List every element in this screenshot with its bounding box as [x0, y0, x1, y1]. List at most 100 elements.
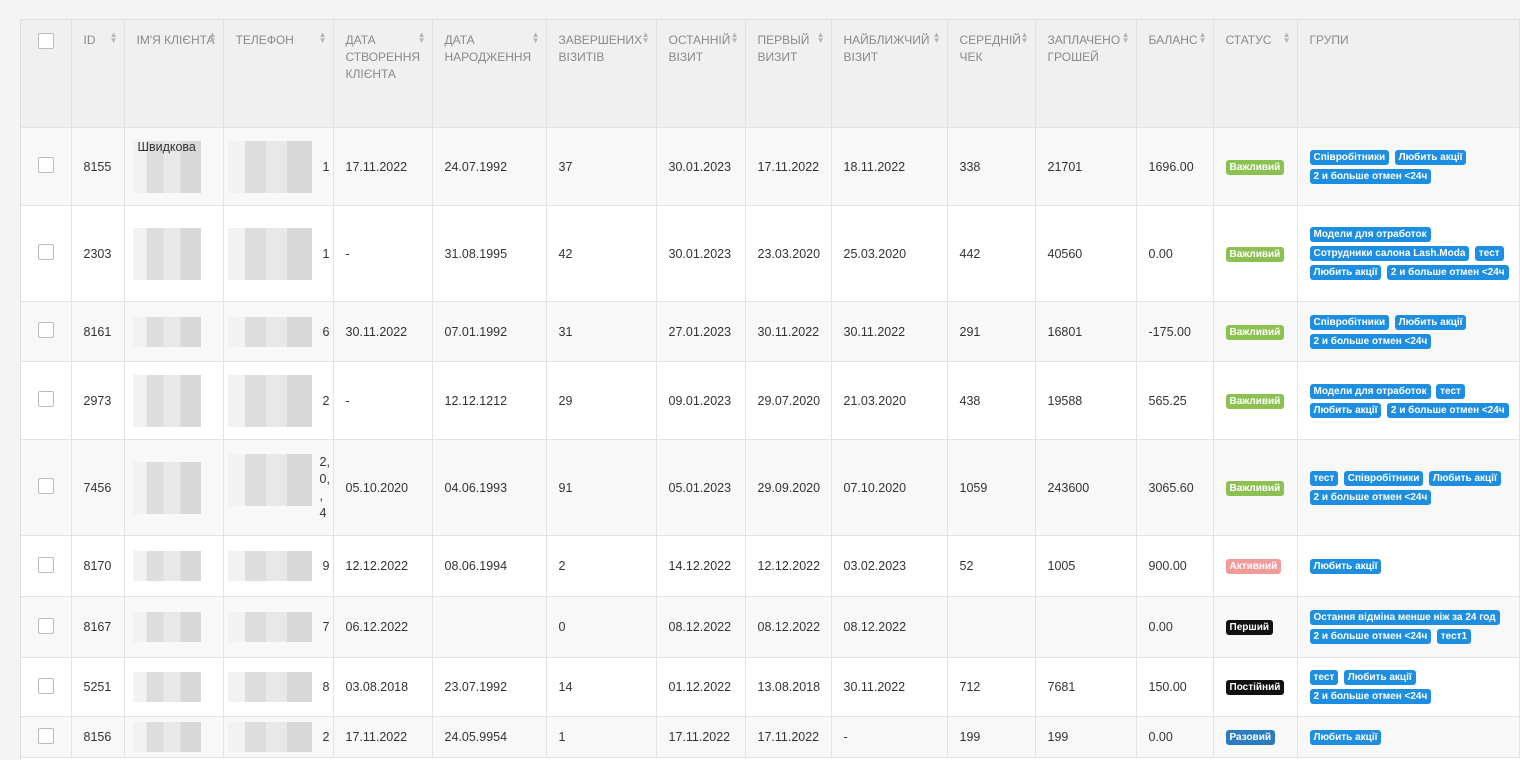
cell-name[interactable] — [124, 439, 224, 536]
cell-phone[interactable]: 9 — [223, 535, 334, 597]
group-badge[interactable]: Модели для отработок — [1309, 227, 1431, 242]
row-checkbox[interactable] — [37, 727, 54, 744]
cell-phone[interactable]: 1 — [223, 127, 334, 206]
sort-icon[interactable]: ▲ ▼ — [1283, 31, 1291, 45]
row-checkbox[interactable] — [37, 244, 54, 260]
select-all-checkbox[interactable] — [37, 33, 54, 49]
cell-balance: 0.00 — [1136, 205, 1214, 302]
cell-name[interactable] — [124, 301, 224, 362]
column-header-birthday[interactable]: ДАТА НАРОДЖЕННЯ ▲ ▼ — [432, 20, 547, 128]
group-badge[interactable]: Любить акції — [1309, 729, 1382, 745]
column-header-first_visit[interactable]: ПЕРВЫЙ ВИЗИТ ▲ ▼ — [745, 20, 832, 128]
group-badge[interactable]: 2 и больше отмен <24ч — [1309, 629, 1432, 644]
group-badge[interactable]: тест1 — [1436, 629, 1472, 644]
group-badge[interactable]: 2 и больше отмен <24ч — [1309, 333, 1432, 349]
avg-check: 199 — [959, 730, 981, 744]
column-header-status[interactable]: СТАТУС ▲ ▼ — [1213, 20, 1298, 128]
table-row[interactable]: 7456 2, 0, , 4 05.10.2020 04.06.1993 91 05.01… — [21, 439, 1520, 536]
column-header-avg_check[interactable]: СЕРЕДНІЙ ЧЕК ▲ ▼ — [947, 20, 1036, 128]
group-badge[interactable]: Любить акції — [1394, 149, 1467, 165]
row-checkbox[interactable] — [37, 391, 54, 407]
cell-name[interactable] — [124, 535, 224, 597]
column-header-balance[interactable]: БАЛАНС ▲ ▼ — [1136, 20, 1214, 128]
cell-first_visit: 29.09.2020 — [745, 439, 832, 536]
table-row[interactable]: 8156 2 17.11.2022 24.05.9954 1 17.11.2022 17.1… — [21, 716, 1520, 758]
group-badge[interactable]: Любить акції — [1428, 470, 1501, 486]
row-checkbox[interactable] — [37, 478, 54, 494]
sort-icon[interactable]: ▲ ▼ — [532, 31, 540, 45]
sort-icon[interactable]: ▲ ▼ — [209, 31, 217, 45]
cell-name[interactable] — [124, 657, 224, 717]
group-badge[interactable]: тест — [1474, 246, 1504, 261]
cell-name[interactable] — [124, 205, 224, 302]
sort-icon[interactable]: ▲ ▼ — [1199, 31, 1207, 45]
group-badge[interactable]: 2 и больше отмен <24ч — [1309, 489, 1432, 505]
table-row[interactable]: 8155 Швидкова 1 17.11.2022 24.07.1992 37 30.01… — [21, 127, 1520, 206]
cell-phone[interactable]: 2 — [223, 361, 334, 440]
table-row[interactable]: 8170 9 12.12.2022 08.06.1994 2 14.12.2022 12.1… — [21, 535, 1520, 597]
column-header-created[interactable]: ДАТА СТВОРЕННЯ КЛІЄНТА ▲ ▼ — [333, 20, 433, 128]
group-badge[interactable]: 2 и больше отмен <24ч — [1309, 168, 1432, 184]
cell-phone[interactable]: 2 — [223, 716, 334, 758]
table-row[interactable]: 5251 8 03.08.2018 23.07.1992 14 01.12.2022 13.… — [21, 657, 1520, 717]
row-checkbox[interactable] — [37, 322, 54, 338]
cell-name[interactable]: Швидкова — [124, 127, 224, 206]
cell-name[interactable] — [124, 361, 224, 440]
column-header-phone[interactable]: ТЕЛЕФОН ▲ ▼ — [223, 20, 334, 128]
table-row[interactable]: 8161 6 30.11.2022 07.01.1992 31 27.01.2023 30.… — [21, 301, 1520, 362]
group-badge[interactable]: Остання відміна менше ніж за 24 год — [1309, 610, 1500, 625]
sort-icon[interactable]: ▲ ▼ — [642, 31, 650, 45]
cell-phone[interactable]: 6 — [223, 301, 334, 362]
completed: 1 — [558, 730, 566, 744]
group-badge[interactable]: Любить акції — [1309, 402, 1382, 418]
table-row[interactable]: 2973 2- 12.12.1212 29 09.01.2023 29.07.2020 21… — [21, 361, 1520, 440]
cell-created: - — [333, 205, 433, 302]
group-badge[interactable]: тест — [1436, 383, 1465, 399]
column-header-last_visit[interactable]: ОСТАННІЙ ВІЗИТ ▲ ▼ — [656, 20, 746, 128]
group-badge[interactable]: 2 и больше отмен <24ч — [1386, 402, 1509, 418]
last-visit: 01.12.2022 — [668, 680, 732, 694]
group-badge[interactable]: Любить акції — [1309, 558, 1382, 574]
group-badge[interactable]: Любить акції — [1309, 265, 1382, 280]
group-badge[interactable]: Співробітники — [1343, 470, 1424, 486]
sort-icon[interactable]: ▲ ▼ — [933, 31, 941, 45]
row-checkbox[interactable] — [37, 556, 54, 573]
column-header-paid[interactable]: ЗАПЛАЧЕНО ГРОШЕЙ ▲ ▼ — [1035, 20, 1137, 128]
group-badge[interactable]: Любить акції — [1343, 670, 1416, 685]
column-header-id[interactable]: ID ▲ ▼ — [71, 20, 125, 128]
cell-name[interactable] — [124, 716, 224, 758]
row-checkbox[interactable] — [37, 617, 54, 634]
row-checkbox[interactable] — [37, 677, 54, 694]
status-badge: Разовий — [1225, 730, 1275, 745]
table-row[interactable]: 8167 7 06.12.2022 0 08.12.2022 08.12.2022 08.1… — [21, 596, 1520, 658]
sort-icon[interactable]: ▲ ▼ — [1122, 31, 1130, 45]
group-badge[interactable]: Любить акції — [1394, 314, 1467, 330]
group-badge[interactable]: Співробітники — [1309, 314, 1390, 330]
balance: 0.00 — [1148, 620, 1173, 634]
group-badge[interactable]: Сотрудники салона Lash.Moda — [1309, 246, 1470, 261]
group-badge[interactable]: Модели для отработок — [1309, 383, 1431, 399]
sort-icon[interactable]: ▲ ▼ — [1021, 31, 1029, 45]
group-badge[interactable]: тест — [1309, 470, 1339, 486]
table-row[interactable]: 2303 1- 31.08.1995 42 30.01.2023 23.03.2020 25… — [21, 205, 1520, 302]
cell-phone[interactable]: 7 — [223, 596, 334, 658]
cell-phone[interactable]: 2, 0, , 4 — [223, 439, 334, 536]
group-badge[interactable]: тест — [1309, 670, 1339, 685]
sort-icon[interactable]: ▲ ▼ — [817, 31, 825, 45]
cell-completed: 0 — [546, 596, 657, 658]
row-checkbox[interactable] — [37, 157, 54, 173]
sort-icon[interactable]: ▲ ▼ — [319, 31, 327, 45]
column-header-completed[interactable]: ЗАВЕРШЕНИХ ВІЗИТІВ ▲ ▼ — [546, 20, 657, 128]
column-header-next_visit[interactable]: НАЙБЛИЖЧИЙ ВІЗИТ ▲ ▼ — [831, 20, 948, 128]
column-header-name[interactable]: ІМ'Я КЛІЄНТА ▲ ▼ — [124, 20, 224, 128]
group-badge[interactable]: Співробітники — [1309, 149, 1390, 165]
group-badge[interactable]: 2 и больше отмен <24ч — [1309, 689, 1432, 704]
sort-icon[interactable]: ▲ ▼ — [110, 31, 118, 45]
cell-phone[interactable]: 1 — [223, 205, 334, 302]
cell-phone[interactable]: 8 — [223, 657, 334, 717]
group-badge[interactable]: 2 и больше отмен <24ч — [1386, 265, 1509, 280]
sort-icon[interactable]: ▲ ▼ — [418, 31, 426, 45]
sort-icon[interactable]: ▲ ▼ — [731, 31, 739, 45]
cell-name[interactable] — [124, 596, 224, 658]
column-header-groups[interactable]: ГРУПИ▲▼ — [1297, 20, 1520, 128]
